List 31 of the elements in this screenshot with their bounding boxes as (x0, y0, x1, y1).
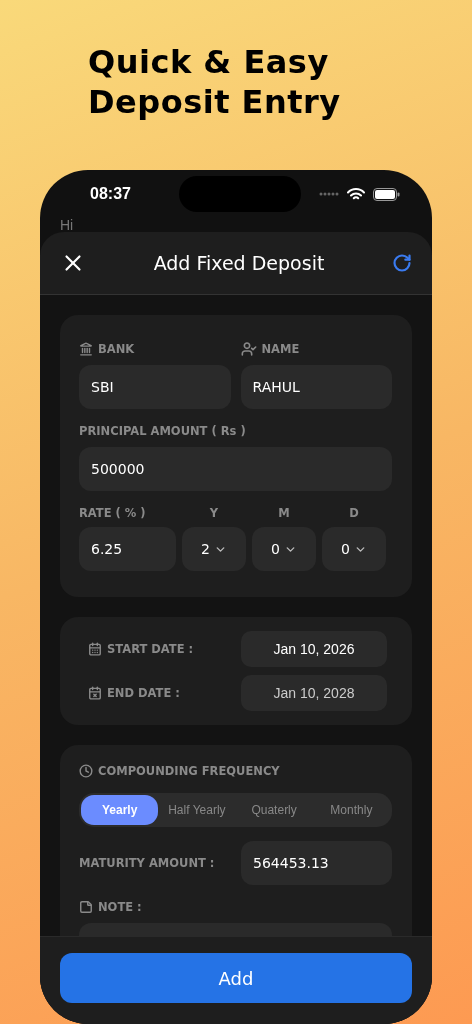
frequency-option[interactable]: Monthly (312, 795, 390, 825)
frequency-option[interactable]: Half Yearly (158, 795, 236, 825)
note-label: NOTE : (98, 900, 142, 914)
tenure-dropdown[interactable]: 0 (252, 527, 316, 571)
maturity-label: MATURITY AMOUNT : (79, 856, 215, 870)
headline: Quick & Easy (88, 42, 329, 82)
headline: Deposit Entry (88, 82, 341, 122)
field-label: D (349, 506, 359, 520)
tenure-dropdown[interactable]: 2 (182, 527, 246, 571)
date-picker[interactable]: Jan 10, 2026 (241, 631, 387, 667)
field-label: PRINCIPAL AMOUNT ( Rs ) (79, 424, 246, 438)
status-time: 08:37 (90, 185, 131, 203)
date-label: START DATE : (107, 642, 194, 656)
rate-field[interactable]: 6.25 (79, 527, 176, 571)
sheet-title: Add Fixed Deposit (153, 252, 325, 274)
add-button[interactable]: Add (60, 953, 412, 1003)
field-label: BANK (98, 342, 135, 356)
name-field[interactable]: RAHUL (240, 365, 392, 409)
date-label: END DATE : (107, 686, 180, 700)
field-label: Y (209, 506, 219, 520)
greeting-text: Hi (60, 217, 74, 233)
tenure-dropdown[interactable]: 0 (322, 527, 386, 571)
maturity-field[interactable]: 564453.13 (241, 841, 392, 885)
frequency-option[interactable]: Quaterly (235, 795, 313, 825)
principal-field[interactable]: 500000 (79, 447, 392, 491)
field-label: RATE ( % ) (79, 506, 146, 520)
section-label: COMPOUNDING FREQUENCY (98, 764, 280, 778)
field-label: M (278, 506, 290, 520)
bank-field[interactable]: SBI (79, 365, 231, 409)
field-label: NAME (261, 342, 300, 356)
date-picker[interactable]: Jan 10, 2028 (241, 675, 387, 711)
